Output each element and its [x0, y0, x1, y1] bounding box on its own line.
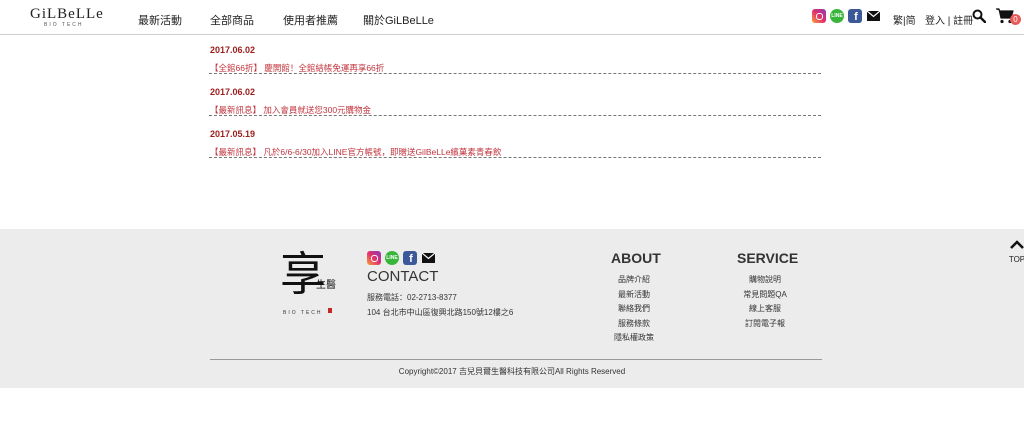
register-link[interactable]: 註冊: [953, 16, 973, 27]
brand-logo-subtext: BIO TECH: [283, 310, 323, 316]
dashed-divider: [209, 73, 821, 74]
about-link-brand[interactable]: 品牌介紹: [600, 274, 668, 285]
service-link-shopping[interactable]: 購物說明: [730, 274, 800, 285]
facebook-icon[interactable]: f: [848, 9, 862, 23]
back-to-top-label: TOP: [1008, 255, 1024, 264]
contact-phone: 服務電話：02-2713-8377: [367, 293, 457, 302]
about-link-privacy[interactable]: 隱私權政策: [600, 332, 668, 343]
nav-all-products[interactable]: 全部商品: [210, 12, 254, 28]
dashed-divider: [209, 115, 821, 116]
site-header: GiLBeLLe BIO TECH 最新活動 全部商品 使用者推薦 關於GiLB…: [0, 0, 1024, 35]
nav-about[interactable]: 關於GiLBeLLe: [363, 12, 434, 28]
copyright-text: Copyright©2017 吉兒貝爾生醫科技有限公司All Rights Re…: [398, 367, 626, 376]
login-link[interactable]: 登入: [925, 16, 945, 27]
nav-latest-events[interactable]: 最新活動: [138, 12, 182, 28]
news-list: 2017.06.02 【全館66折】 慶開館！全館結帳免運再享66折 2017.…: [209, 44, 821, 170]
service-heading: SERVICE: [737, 250, 799, 266]
language-switch: 繁|简: [893, 12, 916, 27]
brand-logo-small: 生醫: [316, 280, 336, 291]
service-link-support[interactable]: 線上客服: [730, 303, 800, 314]
instagram-icon[interactable]: [812, 9, 826, 23]
footer-instagram-icon[interactable]: [367, 251, 381, 265]
service-link-faq[interactable]: 常見問題QA: [730, 289, 800, 300]
contact-address: 104 台北市中山區復興北路150號12樓之6: [367, 308, 514, 317]
news-item: 2017.06.02 【最新訊息】 加入會員就送您300元購物金: [209, 86, 821, 128]
news-item: 2017.05.19 【最新訊息】 凡於6/6-6/30加入LINE官方帳號，即…: [209, 128, 821, 170]
seal-icon: [328, 308, 332, 313]
dashed-divider: [209, 157, 821, 158]
news-date: 2017.06.02: [210, 87, 256, 97]
lang-simplified[interactable]: 简: [906, 16, 916, 27]
account-links: 登入 | 註冊: [925, 12, 973, 27]
footer-mail-icon[interactable]: [421, 251, 435, 265]
mail-icon[interactable]: [866, 9, 880, 23]
about-link-events[interactable]: 最新活動: [600, 289, 668, 300]
site-logo[interactable]: GiLBeLLe BIO TECH: [30, 6, 104, 29]
line-icon[interactable]: LINE: [830, 9, 844, 23]
about-heading: ABOUT: [611, 250, 661, 266]
back-to-top-button[interactable]: TOP: [1008, 237, 1024, 264]
about-link-contact[interactable]: 聯絡我們: [600, 303, 668, 314]
cart-count-badge: 0: [1010, 14, 1021, 25]
nav-user-recommend[interactable]: 使用者推薦: [283, 12, 338, 28]
contact-heading: CONTACT: [367, 268, 439, 285]
news-date: 2017.05.19: [210, 129, 256, 139]
logo-subtext: BIO TECH: [44, 22, 84, 28]
chevron-up-icon: [1010, 240, 1024, 249]
footer-line-icon[interactable]: LINE: [385, 251, 399, 265]
login-separator: |: [947, 16, 951, 27]
lang-traditional[interactable]: 繁: [893, 16, 903, 27]
logo-text: GiLBeLLe: [30, 6, 104, 22]
footer-divider: [210, 359, 822, 360]
news-date: 2017.06.02: [210, 45, 256, 55]
footer-facebook-icon[interactable]: f: [403, 251, 417, 265]
news-item: 2017.06.02 【全館66折】 慶開館！全館結帳免運再享66折: [209, 44, 821, 86]
about-link-terms[interactable]: 服務條款: [600, 318, 668, 329]
service-link-newsletter[interactable]: 訂閱電子報: [730, 318, 800, 329]
search-icon[interactable]: [972, 9, 986, 23]
brand-logo: 享 生醫 BIO TECH: [280, 250, 340, 324]
